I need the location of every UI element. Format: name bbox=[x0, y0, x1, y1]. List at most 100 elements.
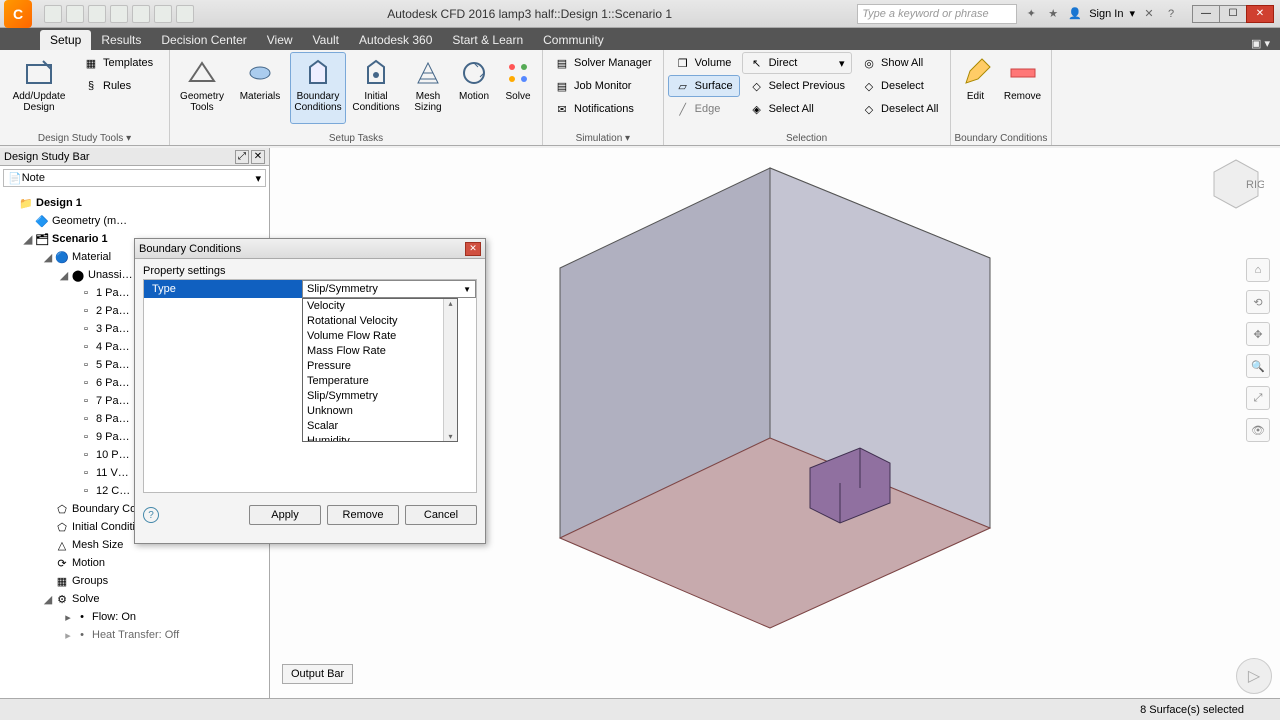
favorites-icon[interactable]: ★ bbox=[1045, 6, 1061, 22]
tree-solve[interactable]: ◢⚙Solve bbox=[2, 590, 267, 608]
dropdown-option[interactable]: Slip/Symmetry bbox=[303, 389, 457, 404]
view-cube[interactable]: RIGHT bbox=[1208, 156, 1264, 212]
motion-button[interactable]: Motion bbox=[452, 52, 496, 124]
dropdown-option[interactable]: Scalar bbox=[303, 419, 457, 434]
deselect-all-button[interactable]: ◇Deselect All bbox=[854, 98, 945, 120]
dialog-close-icon[interactable]: ✕ bbox=[465, 242, 481, 256]
qat-new-icon[interactable] bbox=[44, 5, 62, 23]
notifications-button[interactable]: ✉Notifications bbox=[547, 98, 659, 120]
mesh-sizing-icon bbox=[412, 57, 444, 89]
materials-button[interactable]: Materials bbox=[232, 52, 288, 124]
show-all-icon: ◎ bbox=[861, 55, 877, 71]
qat-undo-icon[interactable] bbox=[132, 5, 150, 23]
help-icon[interactable]: ? bbox=[1163, 6, 1179, 22]
qat-more-icon[interactable] bbox=[176, 5, 194, 23]
templates-icon: ▦ bbox=[83, 55, 99, 71]
tree-heat[interactable]: ▸•Heat Transfer: Off bbox=[2, 626, 267, 644]
tab-start-learn[interactable]: Start & Learn bbox=[442, 30, 533, 50]
tab-vault[interactable]: Vault bbox=[303, 30, 349, 50]
orbit-icon[interactable]: ⟲ bbox=[1246, 290, 1270, 314]
direct-button[interactable]: ↖Direct▾ bbox=[742, 52, 852, 74]
chevron-down-icon[interactable]: ▾ bbox=[255, 172, 261, 185]
group-label-selection: Selection bbox=[668, 132, 946, 145]
signin-dropdown[interactable]: ▾ bbox=[1129, 7, 1135, 20]
tab-autodesk360[interactable]: Autodesk 360 bbox=[349, 30, 442, 50]
play-icon[interactable]: ▷ bbox=[1236, 658, 1272, 694]
zoom-icon[interactable]: 🔍 bbox=[1246, 354, 1270, 378]
tree-groups[interactable]: ▦Groups bbox=[2, 572, 267, 590]
initial-conditions-button[interactable]: Initial Conditions bbox=[348, 52, 404, 124]
tab-view[interactable]: View bbox=[257, 30, 303, 50]
dropdown-option[interactable]: Rotational Velocity bbox=[303, 314, 457, 329]
select-previous-button[interactable]: ◇Select Previous bbox=[742, 75, 852, 97]
fit-icon[interactable]: ⤢ bbox=[1246, 386, 1270, 410]
ribbon-collapse-icon[interactable]: ▣ ▾ bbox=[1241, 37, 1280, 50]
tree-flow[interactable]: ▸•Flow: On bbox=[2, 608, 267, 626]
close-panel-icon[interactable]: ✕ bbox=[251, 150, 265, 164]
home-icon[interactable]: ⌂ bbox=[1246, 258, 1270, 282]
group-label-dstools[interactable]: Design Study Tools ▾ bbox=[4, 132, 165, 145]
dropdown-scrollbar[interactable] bbox=[443, 299, 457, 441]
qat-redo-icon[interactable] bbox=[154, 5, 172, 23]
exchange-icon[interactable]: ✕ bbox=[1141, 6, 1157, 22]
tab-results[interactable]: Results bbox=[91, 30, 151, 50]
user-icon[interactable]: 👤 bbox=[1067, 6, 1083, 22]
tab-community[interactable]: Community bbox=[533, 30, 614, 50]
scenario-icon: 🗂 bbox=[34, 231, 50, 247]
dropdown-option[interactable]: Velocity bbox=[303, 299, 457, 314]
chevron-down-icon[interactable]: ▼ bbox=[463, 285, 471, 294]
design-icon: 📁 bbox=[18, 195, 34, 211]
dropdown-option[interactable]: Pressure bbox=[303, 359, 457, 374]
maximize-button[interactable]: ☐ bbox=[1219, 5, 1247, 23]
pin-icon[interactable]: ⤢ bbox=[235, 150, 249, 164]
output-bar-button[interactable]: Output Bar bbox=[282, 664, 353, 684]
volume-button[interactable]: ❒Volume bbox=[668, 52, 740, 74]
minimize-button[interactable]: — bbox=[1192, 5, 1220, 23]
tree-geometry[interactable]: 🔷Geometry (m… bbox=[2, 212, 267, 230]
search-input[interactable]: Type a keyword or phrase bbox=[857, 4, 1017, 24]
cancel-button[interactable]: Cancel bbox=[405, 505, 477, 525]
geometry-tools-button[interactable]: Geometry Tools bbox=[174, 52, 230, 124]
tree-design[interactable]: 📁Design 1 bbox=[2, 194, 267, 212]
surface-button[interactable]: ▱Surface bbox=[668, 75, 740, 97]
rules-button[interactable]: §Rules bbox=[76, 75, 160, 97]
edge-button[interactable]: ╱Edge bbox=[668, 98, 740, 120]
tree-motion[interactable]: ⟳Motion bbox=[2, 554, 267, 572]
edit-button[interactable]: Edit bbox=[955, 52, 997, 124]
app-icon[interactable]: C bbox=[4, 0, 32, 28]
group-design-study-tools: Add/Update Design ▦Templates §Rules Desi… bbox=[0, 50, 170, 145]
boundary-conditions-button[interactable]: Boundary Conditions bbox=[290, 52, 346, 124]
mesh-sizing-button[interactable]: Mesh Sizing bbox=[406, 52, 450, 124]
remove-dialog-button[interactable]: Remove bbox=[327, 505, 399, 525]
solve-button[interactable]: Solve bbox=[498, 52, 538, 124]
solver-manager-button[interactable]: ▤Solver Manager bbox=[547, 52, 659, 74]
tab-setup[interactable]: Setup bbox=[40, 30, 91, 50]
show-all-button[interactable]: ◎Show All bbox=[854, 52, 945, 74]
infocenter-icon[interactable]: ✦ bbox=[1023, 6, 1039, 22]
qat-save-icon[interactable] bbox=[88, 5, 106, 23]
group-label-simulation[interactable]: Simulation ▾ bbox=[547, 132, 659, 145]
dropdown-option[interactable]: Mass Flow Rate bbox=[303, 344, 457, 359]
tab-decision-center[interactable]: Decision Center bbox=[151, 30, 256, 50]
dropdown-option[interactable]: Volume Flow Rate bbox=[303, 329, 457, 344]
qat-open-icon[interactable] bbox=[66, 5, 84, 23]
dropdown-option[interactable]: Temperature bbox=[303, 374, 457, 389]
templates-button[interactable]: ▦Templates bbox=[76, 52, 160, 74]
qat-saveall-icon[interactable] bbox=[110, 5, 128, 23]
dropdown-option[interactable]: Humidity bbox=[303, 434, 457, 442]
remove-button[interactable]: Remove bbox=[999, 52, 1047, 124]
job-monitor-button[interactable]: ▤Job Monitor bbox=[547, 75, 659, 97]
add-update-design-button[interactable]: Add/Update Design bbox=[4, 52, 74, 124]
dialog-help-icon[interactable]: ? bbox=[143, 507, 159, 523]
dialog-titlebar[interactable]: Boundary Conditions ✕ bbox=[135, 239, 485, 259]
pan-icon[interactable]: ✥ bbox=[1246, 322, 1270, 346]
type-combo[interactable]: Slip/Symmetry▼ bbox=[302, 280, 476, 298]
signin-link[interactable]: Sign In bbox=[1089, 8, 1123, 20]
select-all-button[interactable]: ◈Select All bbox=[742, 98, 852, 120]
dropdown-option[interactable]: Unknown bbox=[303, 404, 457, 419]
look-icon[interactable]: 👁 bbox=[1246, 418, 1270, 442]
deselect-button[interactable]: ◇Deselect bbox=[854, 75, 945, 97]
apply-button[interactable]: Apply bbox=[249, 505, 321, 525]
note-input[interactable]: 📄 Note ▾ bbox=[3, 169, 266, 187]
close-button[interactable]: ✕ bbox=[1246, 5, 1274, 23]
